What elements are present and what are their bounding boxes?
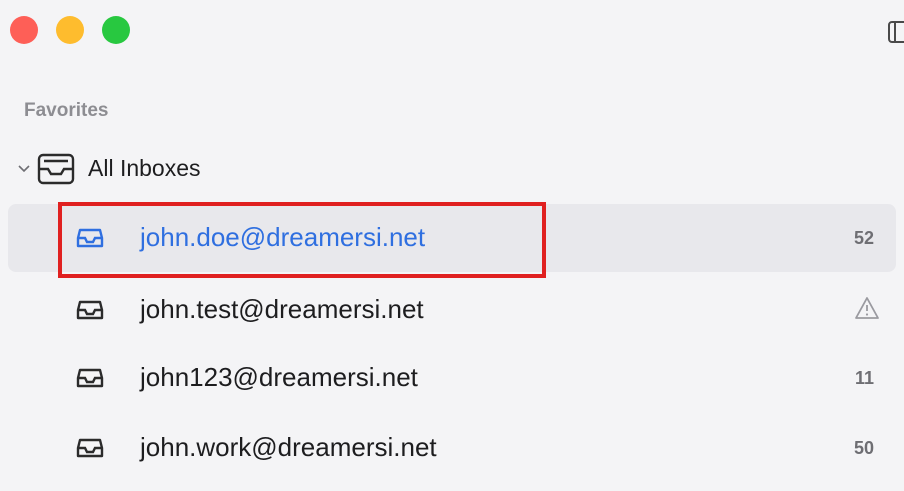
- account-email: john.work@dreamersi.net: [140, 432, 437, 462]
- minimize-button[interactable]: [56, 16, 84, 44]
- tray-stack-icon: [37, 153, 75, 185]
- highlight-annotation: [58, 202, 546, 278]
- favorites-section-label: Favorites: [24, 100, 109, 121]
- inbox-tray-icon: [76, 368, 104, 388]
- inbox-tray-icon: [76, 438, 104, 458]
- unread-count-badge: 11: [854, 368, 874, 388]
- all-inboxes-row[interactable]: All Inboxes: [16, 146, 201, 190]
- account-row-john123[interactable]: john123@dreamersi.net 11: [8, 344, 896, 412]
- unread-count-badge: 52: [853, 228, 874, 248]
- unread-count-badge: 50: [853, 438, 874, 458]
- warning-icon[interactable]: [854, 296, 880, 320]
- account-row-john-test[interactable]: john.test@dreamersi.net: [8, 276, 896, 344]
- account-email: john.test@dreamersi.net: [140, 294, 424, 324]
- all-inboxes-label: All Inboxes: [88, 154, 201, 181]
- account-row-john-work[interactable]: john.work@dreamersi.net 50: [8, 414, 896, 482]
- account-email: john123@dreamersi.net: [140, 362, 418, 392]
- window-controls: [10, 16, 130, 44]
- close-button[interactable]: [10, 16, 38, 44]
- inbox-tray-icon: [76, 300, 104, 320]
- zoom-button[interactable]: [102, 16, 130, 44]
- sidebar-toggle-icon[interactable]: [886, 20, 904, 44]
- chevron-down-icon[interactable]: [16, 160, 32, 176]
